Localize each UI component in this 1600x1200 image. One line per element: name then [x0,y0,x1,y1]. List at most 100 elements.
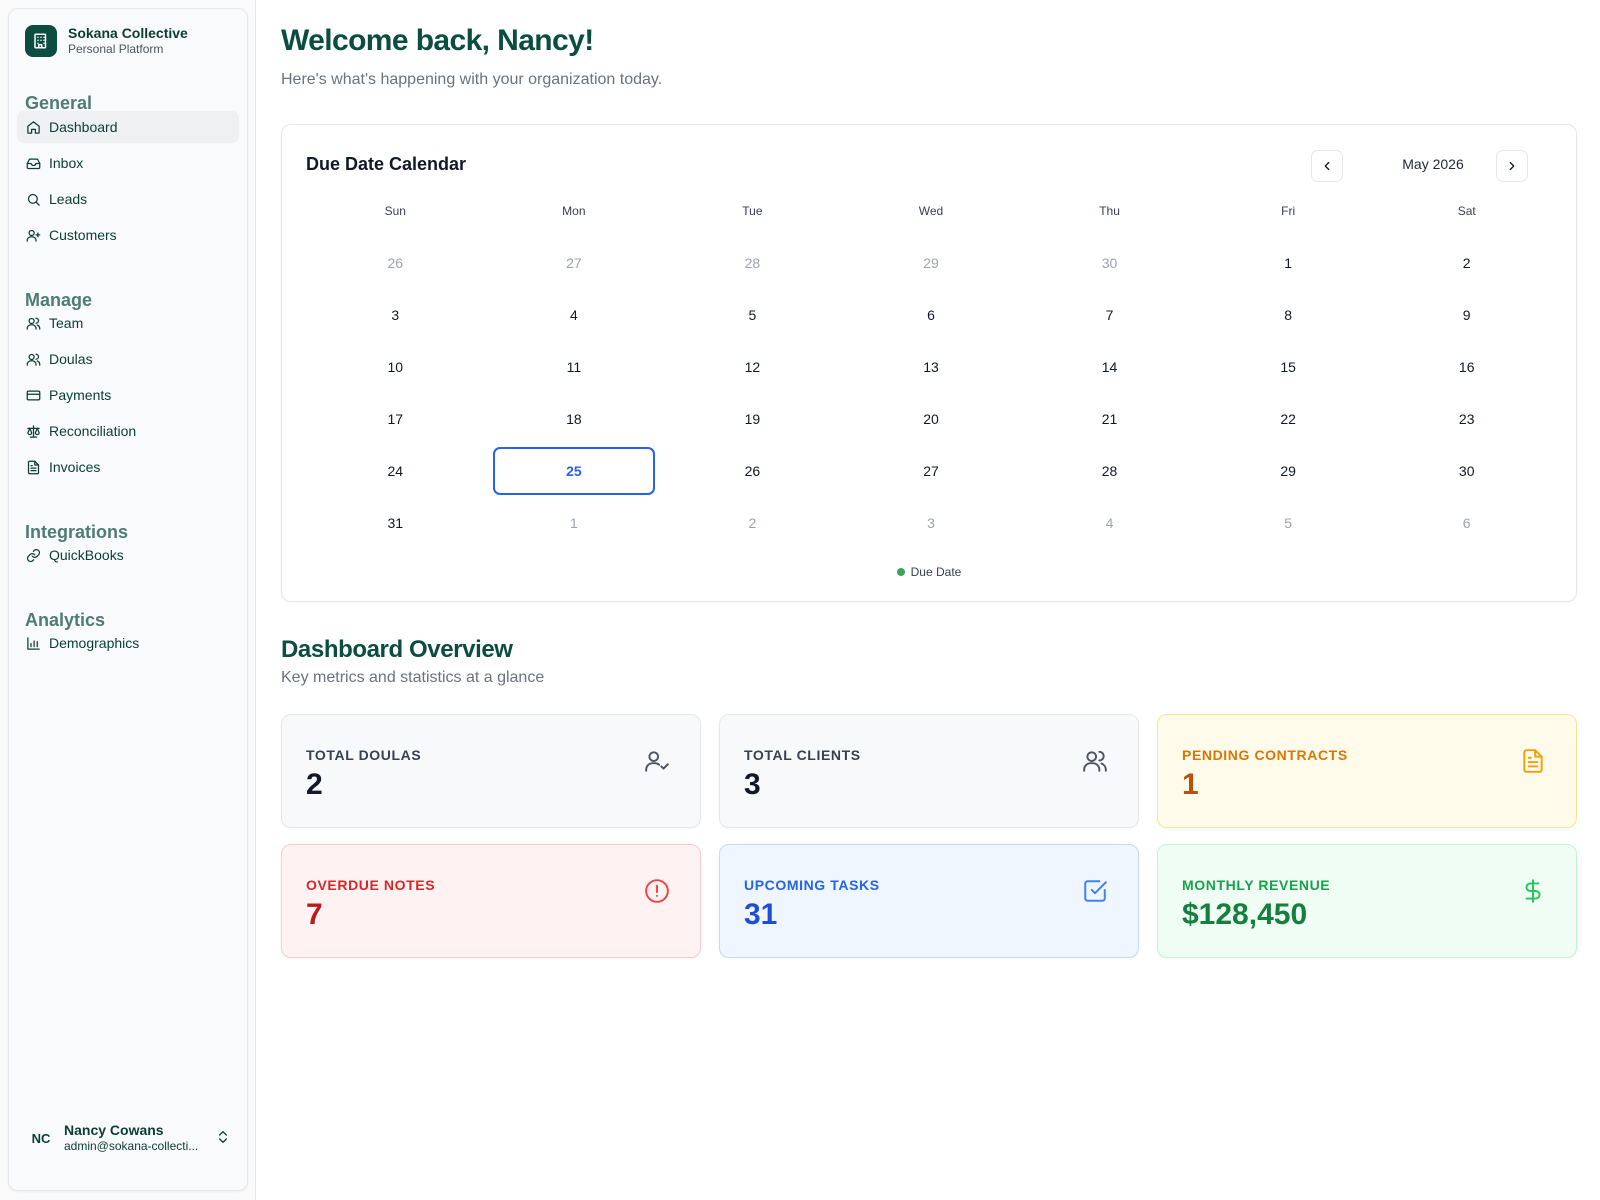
user-name: Nancy Cowans [64,1122,164,1138]
calendar-day[interactable]: 20 [850,395,1013,443]
calendar-day[interactable]: 28 [671,239,834,287]
calendar-day[interactable]: 13 [850,343,1013,391]
calendar-day[interactable]: 5 [671,291,834,339]
brand-subtitle: Personal Platform [68,42,164,56]
calendar-day[interactable]: 31 [314,499,477,547]
calendar-day[interactable]: 18 [493,395,656,443]
sidebar-item-demographics[interactable]: Demographics [17,627,239,659]
calendar-day[interactable]: 28 [1028,447,1191,495]
calendar-day[interactable]: 24 [314,447,477,495]
sidebar-item-label: Leads [49,191,88,207]
stat-card-upcoming-tasks[interactable]: UPCOMING TASKS 31 [719,844,1139,958]
calendar-day[interactable]: 5 [1207,499,1370,547]
stat-card-monthly-revenue[interactable]: MONTHLY REVENUE $128,450 [1157,844,1577,958]
building-icon [25,25,57,57]
calendar-day[interactable]: 15 [1207,343,1370,391]
calendar-day[interactable]: 4 [493,291,656,339]
calendar-day[interactable]: 21 [1028,395,1191,443]
avatar: NC [31,1130,51,1146]
calendar-week: 10 11 12 13 14 15 16 [306,341,1556,393]
user-menu[interactable]: NC Nancy Cowans admin@sokana-collecti... [25,1116,233,1160]
credit-card-icon [26,390,41,400]
page-subtitle: Here's what's happening with your organi… [281,71,663,88]
next-month-button[interactable] [1496,150,1528,182]
calendar-day[interactable]: 1 [1207,239,1370,287]
sidebar-item-team[interactable]: Team [17,307,239,339]
calendar-week: 26 27 28 29 30 1 2 [306,237,1556,289]
calendar-day[interactable]: 3 [314,291,477,339]
calendar-week: 17 18 19 20 21 22 23 [306,393,1556,445]
main-content: Welcome back, Nancy! Here's what's happe… [256,0,1600,1200]
calendar-day[interactable]: 9 [1385,291,1548,339]
calendar-day[interactable]: 2 [1385,239,1548,287]
search-icon [27,193,40,206]
stat-label: UPCOMING TASKS [744,877,880,893]
sidebar-item-payments[interactable]: Payments [17,379,239,411]
calendar-day[interactable]: 30 [1028,239,1191,287]
sidebar-item-label: Invoices [49,459,101,475]
sidebar-item-leads[interactable]: Leads [17,183,239,215]
calendar-week: 31 1 2 3 4 5 6 [306,497,1556,549]
sidebar-item-label: Inbox [49,155,84,171]
calendar-day[interactable]: 23 [1385,395,1548,443]
legend-label: Due Date [910,565,962,579]
sidebar-item-inbox[interactable]: Inbox [17,147,239,179]
calendar-day[interactable]: 27 [850,447,1013,495]
prev-month-button[interactable] [1311,150,1343,182]
chevron-left-icon [1324,161,1330,171]
stat-value: 7 [306,898,323,931]
sidebar-item-label: Doulas [49,351,93,367]
calendar-day[interactable]: 29 [1207,447,1370,495]
calendar-week: 3 4 5 6 7 8 9 [306,289,1556,341]
sidebar-item-label: QuickBooks [49,547,124,563]
sidebar-item-doulas[interactable]: Doulas [17,343,239,375]
sidebar-item-label: Team [49,315,84,331]
calendar-day[interactable]: 14 [1028,343,1191,391]
calendar-day[interactable]: 30 [1385,447,1548,495]
calendar-day[interactable]: 26 [314,239,477,287]
weekday-label: Fri [1281,204,1296,218]
calendar-day[interactable]: 27 [493,239,656,287]
calendar-day[interactable]: 22 [1207,395,1370,443]
calendar-day[interactable]: 11 [493,343,656,391]
brand[interactable]: Sokana Collective Personal Platform [25,25,188,57]
sidebar-item-invoices[interactable]: Invoices [17,451,239,483]
calendar-day[interactable]: 29 [850,239,1013,287]
calendar-day[interactable]: 6 [850,291,1013,339]
stat-card-total-doulas[interactable]: TOTAL DOULAS 2 [281,714,701,828]
calendar-day[interactable]: 7 [1028,291,1191,339]
dollar-sign-icon [1525,879,1541,903]
calendar-title: Due Date Calendar [306,154,467,174]
calendar-day[interactable]: 4 [1028,499,1191,547]
sidebar-item-dashboard[interactable]: Dashboard [17,111,239,143]
calendar-day[interactable]: 10 [314,343,477,391]
user-check-icon [645,751,669,772]
scale-icon [27,424,40,438]
sidebar-item-customers[interactable]: Customers [17,219,239,251]
chevrons-up-down-icon [219,1131,227,1143]
calendar-day[interactable]: 12 [671,343,834,391]
stat-card-total-clients[interactable]: TOTAL CLIENTS 3 [719,714,1139,828]
calendar-legend: Due Date [282,565,1576,579]
calendar-day-today[interactable]: 25 [492,447,656,495]
users-icon [26,353,41,366]
calendar-day[interactable]: 17 [314,395,477,443]
calendar-day[interactable]: 3 [850,499,1013,547]
sidebar-item-quickbooks[interactable]: QuickBooks [17,539,239,571]
stat-card-pending-contracts[interactable]: PENDING CONTRACTS 1 [1157,714,1577,828]
home-icon [27,120,40,134]
stat-card-overdue-notes[interactable]: OVERDUE NOTES 7 [281,844,701,958]
calendar-day[interactable]: 16 [1385,343,1548,391]
calendar-day[interactable]: 1 [493,499,656,547]
calendar-day[interactable]: 19 [671,395,834,443]
weekday-label: Thu [1099,204,1120,218]
sidebar-item-label: Payments [49,387,112,403]
overview-subtitle: Key metrics and statistics at a glance [281,669,545,686]
calendar-day[interactable]: 8 [1207,291,1370,339]
calendar-day[interactable]: 2 [671,499,834,547]
calendar-day[interactable]: 6 [1385,499,1548,547]
calendar-day[interactable]: 26 [671,447,834,495]
due-date-calendar: Due Date Calendar May 2026 Sun Mon Tue W… [281,124,1577,602]
sidebar-item-reconciliation[interactable]: Reconciliation [17,415,239,447]
page-title: Welcome back, Nancy! [281,24,594,57]
